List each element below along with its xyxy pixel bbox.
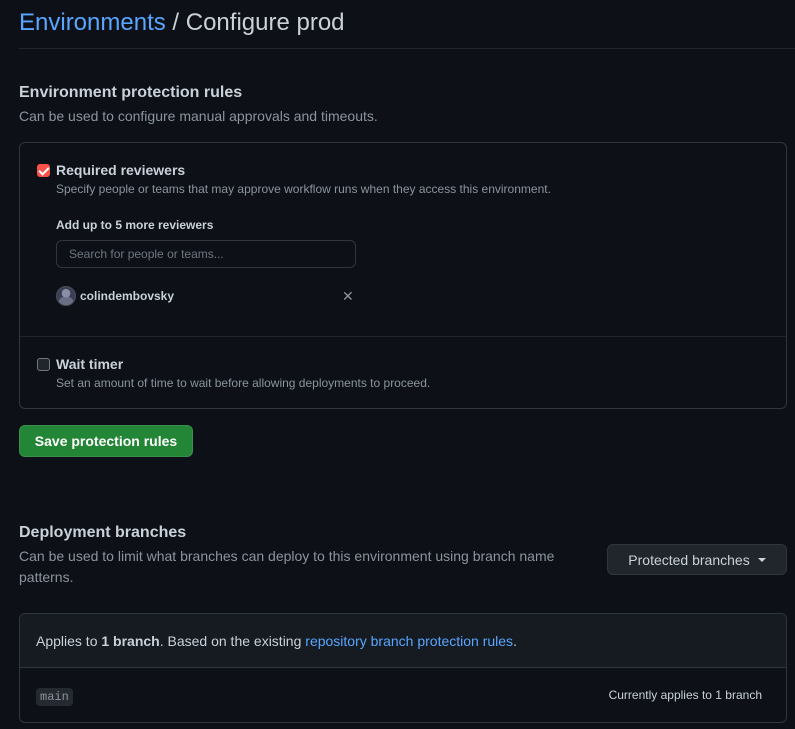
deployment-branches-heading: Deployment branches <box>19 524 187 541</box>
caret-down-icon <box>757 557 766 562</box>
applies-prefix: Applies to <box>36 632 98 649</box>
page-title: Environments / Configure prod <box>19 9 345 37</box>
required-reviewers-title: Required reviewers <box>56 162 186 178</box>
rules-divider <box>20 336 786 337</box>
branch-applies-summary: Applies to 1 branch. Based on the existi… <box>20 614 786 668</box>
wait-timer-title: Wait timer <box>56 356 124 372</box>
protected-branches-dropdown[interactable]: Protected branches <box>607 544 787 575</box>
wait-timer-checkbox[interactable] <box>37 358 50 371</box>
close-icon[interactable]: ✕ <box>342 289 354 303</box>
deployment-branches-box: Applies to 1 branch. Based on the existi… <box>19 613 787 723</box>
protection-rules-heading: Environment protection rules <box>19 84 243 101</box>
breadcrumb-environments-link[interactable]: Environments <box>19 9 166 36</box>
reviewer-search-input[interactable] <box>56 240 356 268</box>
branch-status: Currently applies to 1 branch <box>608 688 762 702</box>
required-reviewers-checkbox[interactable] <box>37 164 50 177</box>
user-avatar <box>56 286 76 306</box>
header-divider <box>19 48 795 49</box>
required-reviewers-description: Specify people or teams that may approve… <box>56 182 551 196</box>
environment-config-page: Environments / Configure prod Environmen… <box>0 0 795 729</box>
dropdown-label: Protected branches <box>628 551 750 568</box>
applies-count: 1 branch <box>101 632 160 649</box>
page-title-text: Configure prod <box>185 9 345 36</box>
applies-middle: . Based on the existing <box>159 632 302 649</box>
add-reviewers-label: Add up to 5 more reviewers <box>56 218 214 232</box>
reviewer-username: colindembovsky <box>80 289 175 303</box>
branch-protection-rules-link[interactable]: repository branch protection rules <box>305 633 513 649</box>
breadcrumb-separator: / <box>165 9 186 36</box>
deployment-branches-description: Can be used to limit what branches can d… <box>19 548 555 585</box>
branch-name-tag: main <box>36 688 73 706</box>
wait-timer-description: Set an amount of time to wait before all… <box>56 376 431 390</box>
branch-row: main Currently applies to 1 branch <box>20 668 786 722</box>
protection-rules-box: Required reviewers Specify people or tea… <box>19 142 787 409</box>
protection-rules-description: Can be used to configure manual approval… <box>19 108 378 124</box>
save-protection-rules-button[interactable]: Save protection rules <box>19 425 193 457</box>
applies-suffix: . <box>513 632 517 649</box>
